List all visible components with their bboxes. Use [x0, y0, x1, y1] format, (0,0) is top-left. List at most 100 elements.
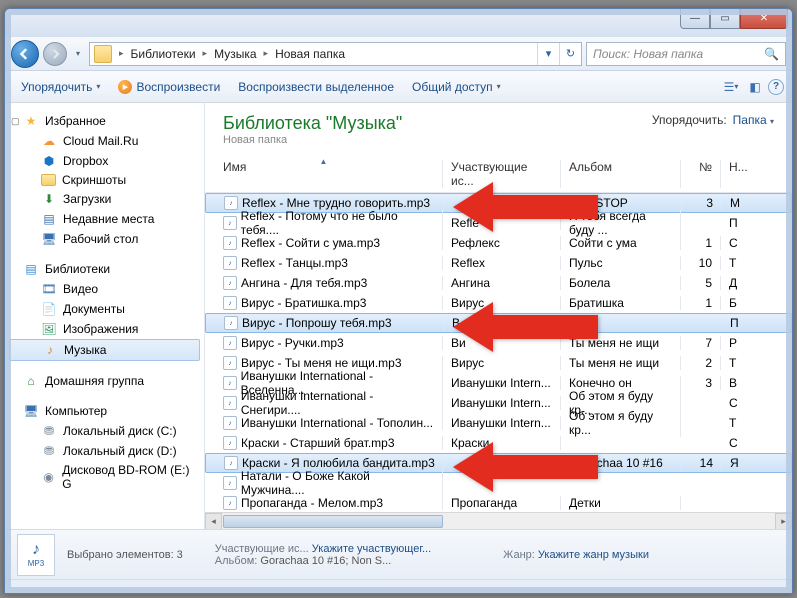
refresh-button[interactable]: ↻	[559, 43, 581, 65]
horizontal-scrollbar[interactable]: ◂ ▸	[205, 512, 792, 529]
folder-icon	[41, 174, 56, 186]
file-row[interactable]: Краски - Старший брат.mp3КраскиС	[205, 433, 792, 453]
file-row[interactable]: Reflex - Потому что не было тебя....Refl…	[205, 213, 792, 233]
details-artist-value[interactable]: Укажите участвующег...	[312, 543, 431, 555]
sidebar-item-label: Изображения	[63, 322, 138, 336]
file-row[interactable]: Натали - О Боже Какой Мужчина....	[205, 473, 792, 493]
sidebar-item-drive[interactable]: ◉Дисковод BD-ROM (E:) G	[5, 461, 204, 493]
sidebar-item-label: Документы	[63, 302, 125, 316]
search-input[interactable]: Поиск: Новая папка 🔍	[586, 42, 786, 66]
view-options-button[interactable]: ☰▾	[720, 76, 742, 98]
scroll-left-button[interactable]: ◂	[205, 513, 222, 529]
sidebar-item-favorite[interactable]: ☁Cloud Mail.Ru	[5, 131, 204, 151]
back-button[interactable]	[11, 40, 39, 68]
file-album: Сойти с ума	[561, 236, 681, 250]
sidebar-computer[interactable]: 🖥Компьютер	[5, 401, 204, 421]
address-dropdown[interactable]: ▾	[537, 43, 559, 65]
breadcrumb[interactable]: Новая папка	[271, 47, 349, 61]
search-icon[interactable]: 🔍	[764, 47, 779, 61]
file-row[interactable]: Иванушки International - Тополин...Ивану…	[205, 413, 792, 433]
column-track-no[interactable]: №	[681, 160, 721, 188]
address-bar[interactable]: ▸ Библиотеки ▸ Музыка ▸ Новая папка ▾ ↻	[89, 42, 582, 66]
file-album: Болела	[561, 276, 681, 290]
sidebar-item-library[interactable]: 🎞Видео	[5, 279, 204, 299]
file-artist: Иванушки Intern...	[443, 396, 561, 410]
arrange-by-menu[interactable]: Папка ▾	[733, 113, 774, 127]
scroll-right-button[interactable]: ▸	[775, 513, 792, 529]
chevron-right-icon[interactable]: ▸	[261, 48, 272, 59]
mp3-file-icon	[223, 396, 237, 410]
details-genre-value[interactable]: Укажите жанр музыки	[538, 549, 649, 561]
sidebar-item-favorite[interactable]: ⬢Dropbox	[5, 151, 204, 171]
sidebar-item-favorite[interactable]: Скриншоты	[5, 171, 204, 189]
sidebar-item-library[interactable]: 📄Документы	[5, 299, 204, 319]
collapse-icon[interactable]: ▢	[11, 116, 20, 127]
file-artist: Краски	[443, 436, 561, 450]
sidebar-homegroup[interactable]: ⌂Домашняя группа	[5, 371, 204, 391]
file-artist: Вирус	[443, 296, 561, 310]
file-name: Reflex - Сойти с ума.mp3	[241, 236, 380, 250]
mp3-file-icon	[223, 436, 237, 450]
play-selected-button[interactable]: Воспроизвести выделенное	[230, 76, 402, 98]
sidebar-item-library[interactable]: 🖼 Изображения	[5, 319, 204, 339]
chevron-right-icon[interactable]: ▸	[200, 48, 211, 59]
file-row[interactable]: Пропаганда - Мелом.mp3ПропагандаДетки	[205, 493, 792, 512]
folder-icon	[94, 45, 112, 63]
scroll-thumb[interactable]	[223, 515, 443, 528]
sidebar-item-drive[interactable]: ⛃Локальный диск (D:)	[5, 441, 204, 461]
file-artist: Иванушки Intern...	[443, 376, 561, 390]
details-artist-label: Участвующие ис...	[215, 543, 309, 555]
chevron-right-icon[interactable]: ▸	[116, 48, 127, 59]
file-name: Вирус - Ручки.mp3	[241, 336, 344, 350]
close-button[interactable]: ✕	[740, 9, 788, 29]
mp3-file-icon	[223, 256, 237, 270]
forward-button[interactable]	[43, 42, 67, 66]
file-row[interactable]: Иванушки International - Снегири....Иван…	[205, 393, 792, 413]
file-list[interactable]: Reflex - Мне трудно говорить.mp3Non STOP…	[205, 193, 792, 512]
breadcrumb[interactable]: Музыка	[210, 47, 260, 61]
mp3-file-icon	[224, 456, 238, 470]
sidebar-item-drive[interactable]: ⛃Локальный диск (C:)	[5, 421, 204, 441]
file-name: Иванушки International - Снегири....	[241, 389, 434, 417]
sidebar-item-favorite[interactable]: 🖥Рабочий стол	[5, 229, 204, 249]
mp3-file-icon	[223, 276, 237, 290]
play-button[interactable]: ▶Воспроизвести	[110, 76, 228, 98]
sidebar-favorites[interactable]: ▢★Избранное	[5, 111, 204, 131]
img-icon: 🖼	[41, 321, 57, 337]
sidebar-libraries[interactable]: ▤Библиотеки	[5, 259, 204, 279]
file-row[interactable]: Reflex - Сойти с ума.mp3РефлексСойти с у…	[205, 233, 792, 253]
help-button[interactable]: ?	[768, 79, 784, 95]
column-album[interactable]: Альбом	[561, 160, 681, 188]
column-artist[interactable]: Участвующие ис...	[443, 160, 561, 188]
libraries-icon: ▤	[23, 261, 39, 277]
sidebar-item-favorite[interactable]: ▤Недавние места	[5, 209, 204, 229]
minimize-button[interactable]: —	[680, 9, 710, 29]
file-row[interactable]: Вирус - Братишка.mp3ВирусБратишка1Б	[205, 293, 792, 313]
share-menu[interactable]: Общий доступ▾	[404, 76, 509, 98]
file-row[interactable]: Ангина - Для тебя.mp3АнгинаБолела5Д	[205, 273, 792, 293]
toolbar: Упорядочить▾ ▶Воспроизвести Воспроизвест…	[5, 71, 792, 103]
file-row[interactable]: Вирус - Попрошу тебя.mp3ВП	[205, 313, 792, 333]
column-name[interactable]: ▲Имя	[205, 160, 443, 188]
breadcrumb[interactable]: Библиотеки	[127, 47, 200, 61]
file-row[interactable]: Вирус - Ручки.mp3ВиТы меня не ищи7Р	[205, 333, 792, 353]
sidebar-item-library[interactable]: ♪Музыка	[9, 339, 200, 361]
column-last[interactable]: Н...	[721, 160, 751, 188]
dropbox-icon: ⬢	[41, 153, 57, 169]
navigation-pane: ▢★Избранное ☁Cloud Mail.Ru⬢DropboxСкринш…	[5, 103, 205, 529]
chevron-down-icon: ▾	[497, 82, 501, 91]
maximize-button[interactable]: ▭	[710, 9, 740, 29]
file-track-no: 3	[682, 196, 722, 210]
organize-menu[interactable]: Упорядочить▾	[13, 76, 108, 98]
sidebar-item-label: Видео	[63, 282, 98, 296]
file-name: Ангина - Для тебя.mp3	[241, 276, 367, 290]
file-row[interactable]: Reflex - Танцы.mp3ReflexПульс10Т	[205, 253, 792, 273]
sidebar-item-favorite[interactable]: ⬇Загрузки	[5, 189, 204, 209]
file-album: Я тебя всегда буду ...	[561, 209, 681, 237]
file-track-no: 3	[681, 376, 721, 390]
preview-pane-button[interactable]: ◧	[744, 76, 766, 98]
nav-history-dropdown[interactable]: ▾	[71, 43, 85, 65]
file-last: В	[721, 376, 751, 390]
mp3-file-icon	[223, 236, 237, 250]
file-last: С	[721, 236, 751, 250]
